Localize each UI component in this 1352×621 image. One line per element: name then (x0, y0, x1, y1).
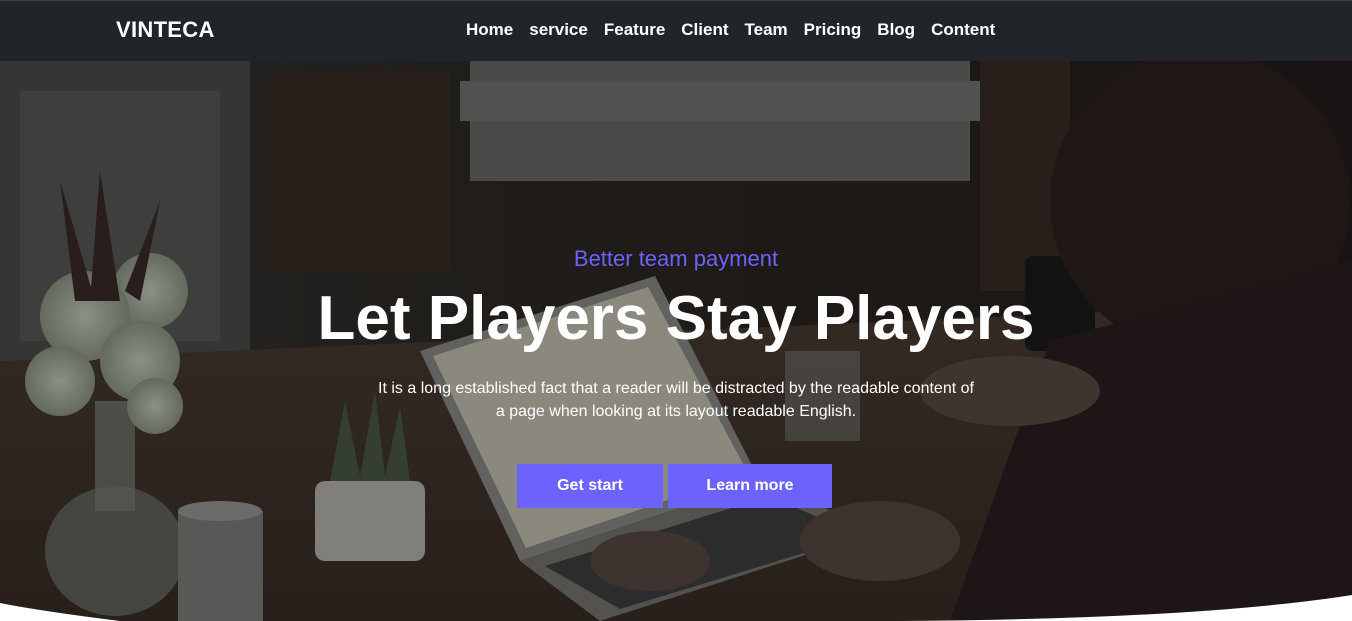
nav-link-content[interactable]: Content (931, 20, 995, 39)
landing-page: VINTECA Home service Feature Client Team… (0, 0, 1352, 621)
nav-link-client[interactable]: Client (681, 20, 728, 39)
nav-item-feature: Feature (604, 20, 665, 40)
nav-link-home[interactable]: Home (466, 20, 513, 39)
nav-item-content: Content (931, 20, 995, 40)
nav-link-service[interactable]: service (529, 20, 588, 39)
top-navbar: VINTECA Home service Feature Client Team… (0, 0, 1352, 61)
nav-item-service: service (529, 20, 588, 40)
nav-item-client: Client (681, 20, 728, 40)
brand-logo[interactable]: VINTECA (116, 17, 215, 43)
nav-menu: Home service Feature Client Team Pricing… (466, 20, 995, 40)
hero-description: It is a long established fact that a rea… (378, 380, 974, 420)
nav-link-feature[interactable]: Feature (604, 20, 665, 39)
hero-bottom-curve (0, 595, 1352, 621)
nav-item-blog: Blog (877, 20, 915, 40)
nav-item-pricing: Pricing (804, 20, 862, 40)
nav-link-pricing[interactable]: Pricing (804, 20, 862, 39)
hero-headline: Let Players Stay Players (317, 284, 1035, 353)
hero-section: Better team payment Let Players Stay Pla… (0, 61, 1352, 621)
nav-link-team[interactable]: Team (745, 20, 788, 39)
nav-item-team: Team (745, 20, 788, 40)
learn-more-button[interactable]: Learn more (668, 464, 832, 508)
nav-link-blog[interactable]: Blog (877, 20, 915, 39)
hero-eyebrow: Better team payment (573, 246, 779, 271)
nav-item-home: Home (466, 20, 513, 40)
get-start-button[interactable]: Get start (517, 464, 663, 508)
